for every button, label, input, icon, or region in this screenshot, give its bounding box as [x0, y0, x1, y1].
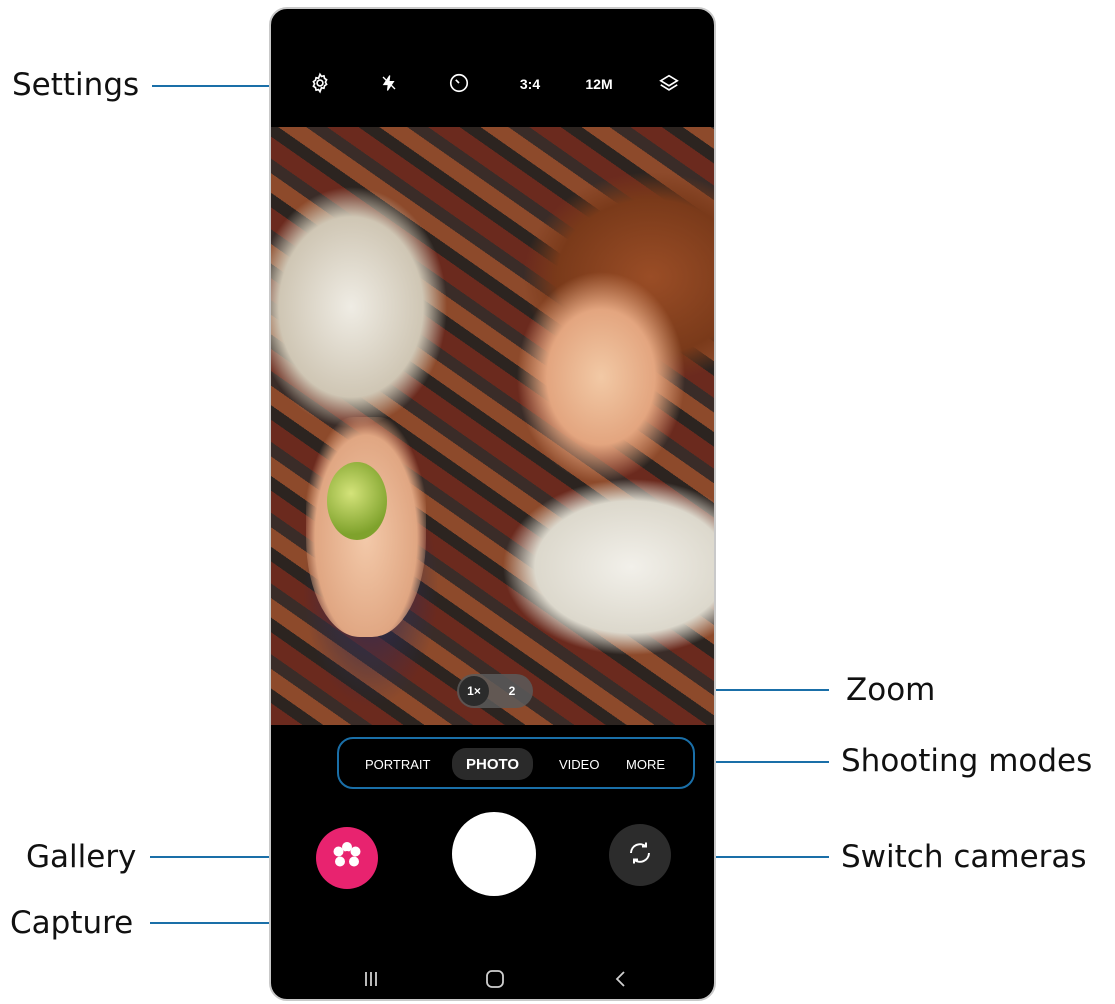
callout-settings: Settings	[12, 67, 140, 103]
gear-icon	[309, 72, 331, 97]
gallery-button[interactable]	[316, 827, 378, 889]
timer-icon	[448, 72, 470, 97]
home-icon	[484, 968, 506, 995]
flash-off-icon	[380, 72, 398, 97]
filters-button[interactable]	[654, 69, 684, 99]
recent-apps-button[interactable]	[351, 969, 391, 993]
mode-portrait[interactable]: PORTRAIT	[365, 753, 431, 775]
recent-apps-icon	[361, 969, 381, 994]
settings-button[interactable]	[305, 69, 335, 99]
mode-photo[interactable]: PHOTO	[452, 748, 534, 780]
back-icon	[611, 969, 631, 994]
camera-viewfinder[interactable]: 1× 2	[271, 127, 714, 725]
resolution-button[interactable]: 12M	[577, 69, 621, 99]
flower-icon	[329, 838, 365, 879]
callout-zoom: Zoom	[846, 672, 936, 708]
callout-capture: Capture	[10, 905, 134, 941]
callout-gallery: Gallery	[26, 839, 137, 875]
mode-more[interactable]: MORE	[626, 753, 665, 775]
callout-switch-cameras: Switch cameras	[841, 839, 1087, 875]
aspect-ratio-button[interactable]: 3:4	[508, 69, 552, 99]
switch-cameras-button[interactable]	[609, 824, 671, 886]
zoom-1x[interactable]: 1×	[459, 676, 489, 706]
back-button[interactable]	[601, 969, 641, 993]
mode-video[interactable]: VIDEO	[559, 753, 599, 775]
timer-button[interactable]	[444, 69, 474, 99]
apple	[327, 462, 387, 540]
camera-top-bar: 3:4 12M	[271, 9, 714, 127]
shooting-modes: PORTRAIT PHOTO VIDEO MORE	[337, 737, 695, 789]
zoom-control[interactable]: 1× 2	[457, 674, 533, 708]
capture-button[interactable]	[452, 812, 536, 896]
home-button[interactable]	[475, 969, 515, 993]
callout-shooting-modes: Shooting modes	[841, 743, 1093, 779]
layers-icon	[658, 72, 680, 97]
switch-camera-icon	[625, 838, 655, 873]
system-nav-bar	[271, 959, 714, 999]
phone-screen: 3:4 12M 1× 2 PORTRAIT PHOTO VIDEO MORE	[269, 7, 716, 1001]
zoom-2x[interactable]: 2	[497, 676, 527, 706]
flash-button[interactable]	[374, 69, 404, 99]
